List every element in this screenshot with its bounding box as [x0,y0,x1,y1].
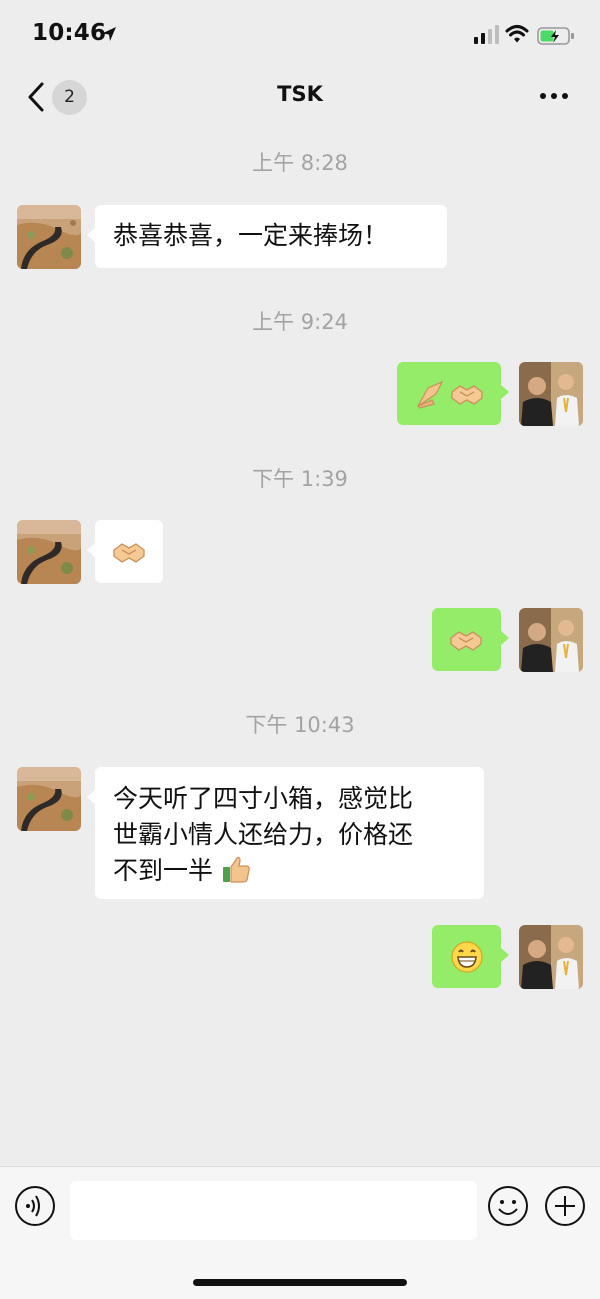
status-time: 10:46 [32,20,107,46]
nav-bar: 2 TSK [0,70,600,124]
message-timestamp: 下午 10:43 [245,713,355,737]
message-timestamp: 上午 9:24 [252,310,348,334]
message-text-line: 不到一半 [113,856,214,885]
portrait-photo-icon [519,362,583,426]
message-bubble-outgoing[interactable] [432,925,509,988]
contact-avatar[interactable] [17,520,81,584]
cellular-signal-icon [474,25,499,44]
wifi-icon [505,25,529,43]
desert-road-icon [17,520,81,584]
handshake-icon [113,543,145,563]
add-attachment-icon[interactable] [544,1185,586,1227]
chat-input-bar [0,1166,600,1299]
message-timestamp: 下午 1:39 [252,467,348,491]
leaf-gesture-icon [416,380,444,409]
my-avatar[interactable] [519,925,583,989]
battery-icon [537,27,574,45]
thumbs-up-icon [222,856,250,883]
emoji-picker-icon[interactable] [487,1185,529,1227]
home-indicator[interactable] [193,1279,407,1286]
more-options-icon[interactable] [538,84,570,108]
message-timestamp: 上午 8:28 [252,151,348,175]
handshake-icon [451,385,483,405]
message-bubble-outgoing[interactable] [397,362,509,425]
chat-title: TSK [277,82,323,106]
message-input[interactable] [70,1181,477,1240]
contact-avatar[interactable] [17,205,81,269]
message-bubble-incoming[interactable] [87,520,163,583]
message-bubble-incoming[interactable]: 今天听了四寸小箱，感觉比 世霸小情人还给力，价格还 不到一半 [87,767,484,899]
status-bar: 10:46 [0,0,600,70]
voice-input-icon[interactable] [14,1185,56,1227]
location-arrow-icon [102,27,116,41]
desert-road-icon [17,205,81,269]
desert-road-icon [17,767,81,831]
message-text: 恭喜恭喜，一定来捧场！ [113,221,389,250]
message-text-line: 今天听了四寸小箱，感觉比 [113,784,414,813]
grinning-face-icon [451,941,483,973]
message-bubble-outgoing[interactable] [432,608,509,671]
contact-avatar[interactable] [17,767,81,831]
handshake-icon [450,631,482,651]
message-text-line: 世霸小情人还给力，价格还 [113,820,414,849]
portrait-photo-icon [519,608,583,672]
portrait-photo-icon [519,925,583,989]
message-bubble-incoming[interactable]: 恭喜恭喜，一定来捧场！ [87,205,447,268]
my-avatar[interactable] [519,608,583,672]
my-avatar[interactable] [519,362,583,426]
